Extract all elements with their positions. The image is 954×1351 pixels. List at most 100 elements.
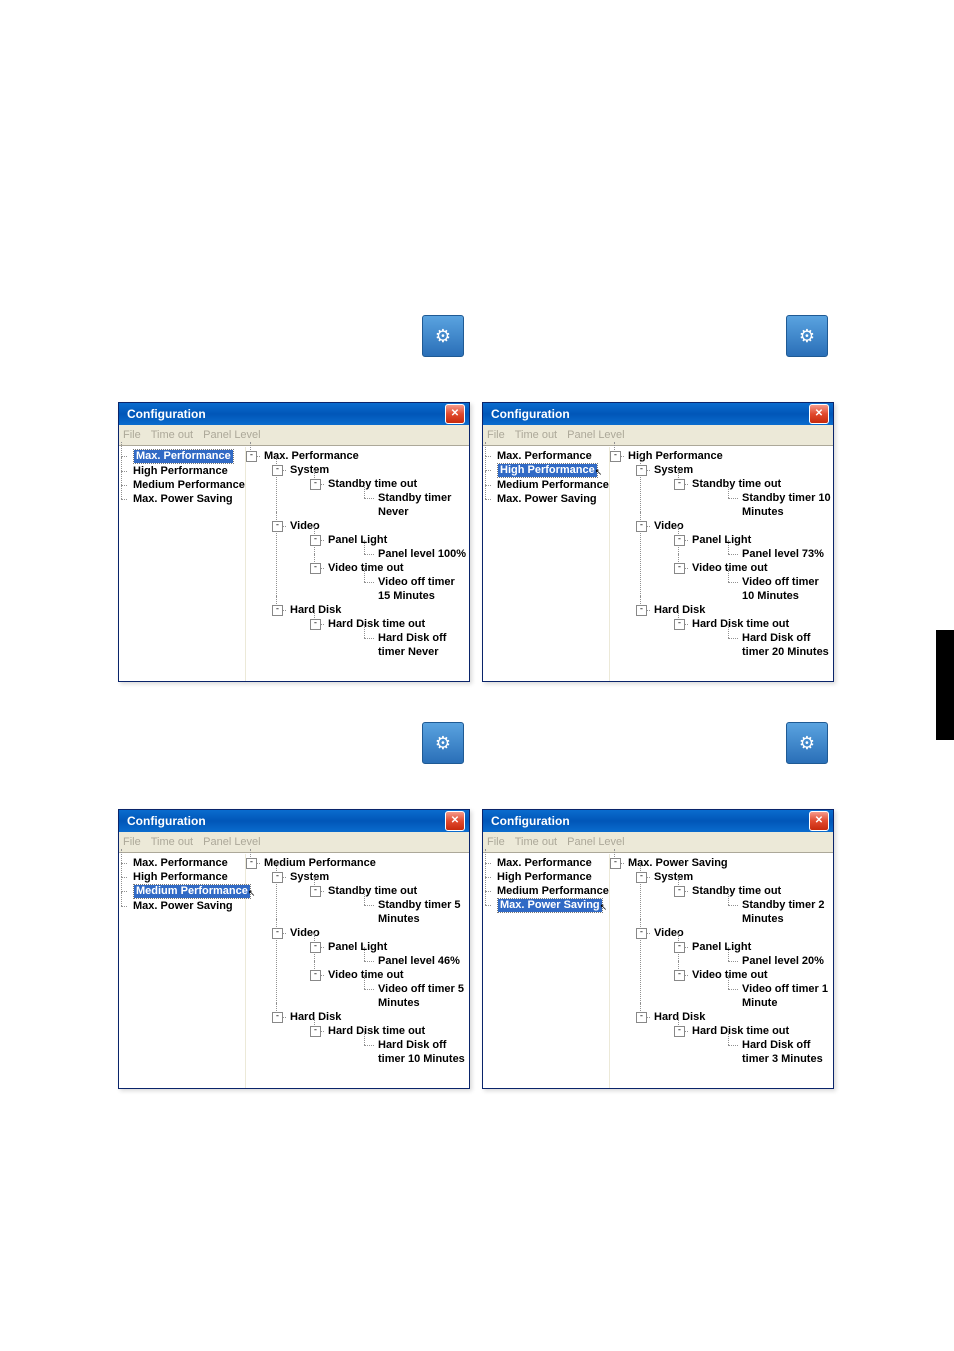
- collapse-icon[interactable]: -: [246, 451, 257, 462]
- collapse-icon[interactable]: -: [636, 605, 647, 616]
- menubar: File Time out Panel Level: [119, 425, 469, 446]
- window-title: Configuration: [491, 810, 570, 832]
- panel-level-value: Panel level 20%: [692, 954, 831, 968]
- high-performance-icon: ⚙: [786, 315, 828, 357]
- window-titlebar[interactable]: Configuration ✕: [119, 810, 469, 832]
- window-title: Configuration: [127, 810, 206, 832]
- menu-item[interactable]: Panel Level: [567, 836, 625, 848]
- collapse-icon[interactable]: -: [272, 465, 283, 476]
- menu-item[interactable]: Panel Level: [567, 429, 625, 441]
- profile-item[interactable]: High Performance↖: [485, 463, 607, 478]
- menu-item[interactable]: File: [487, 836, 505, 848]
- window-titlebar[interactable]: Configuration ✕: [119, 403, 469, 425]
- profile-item[interactable]: High Performance: [121, 464, 243, 478]
- profile-item[interactable]: Max. Power Saving: [485, 492, 607, 506]
- panel-level-value: Panel level 100%: [328, 547, 467, 561]
- menu-item[interactable]: Time out: [151, 429, 193, 441]
- collapse-icon[interactable]: -: [272, 872, 283, 883]
- details-tree: -Medium Performance-System-Standby time …: [248, 856, 467, 1066]
- collapse-icon[interactable]: -: [674, 535, 685, 546]
- collapse-icon[interactable]: -: [310, 535, 321, 546]
- profile-item[interactable]: Medium Performance: [485, 884, 607, 898]
- profile-item[interactable]: Max. Power Saving: [121, 899, 243, 913]
- cursor-icon: ↖: [595, 465, 603, 479]
- collapse-icon[interactable]: -: [310, 619, 321, 630]
- close-button[interactable]: ✕: [445, 811, 465, 831]
- config-window-max-performance: Configuration ✕ File Time out Panel Level Max…: [118, 402, 470, 682]
- collapse-icon[interactable]: -: [610, 451, 621, 462]
- config-window-max-power-saving: Configuration ✕ File Time out Panel Level Max…: [482, 809, 834, 1089]
- collapse-icon[interactable]: -: [272, 521, 283, 532]
- menu-item[interactable]: Time out: [515, 429, 557, 441]
- hdd-off-value: Hard Disk off timer 10 Minutes: [328, 1038, 467, 1066]
- profile-item[interactable]: High Performance: [485, 870, 607, 884]
- video-off-value: Video off timer 5 Minutes: [328, 982, 467, 1010]
- menu-item[interactable]: File: [487, 429, 505, 441]
- profiles-list: Max. PerformanceHigh Performance↖Medium …: [485, 449, 607, 506]
- profile-item[interactable]: High Performance: [121, 870, 243, 884]
- collapse-icon[interactable]: -: [636, 928, 647, 939]
- window-title: Configuration: [127, 403, 206, 425]
- profile-item[interactable]: Max. Power Saving↖: [485, 898, 607, 913]
- menubar: File Time out Panel Level: [483, 425, 833, 446]
- collapse-icon[interactable]: -: [674, 942, 685, 953]
- collapse-icon[interactable]: -: [272, 605, 283, 616]
- profiles-list: Max. PerformanceHigh PerformanceMedium P…: [485, 856, 607, 913]
- window-title: Configuration: [491, 403, 570, 425]
- standby-value: Standby timer 5 Minutes: [328, 898, 467, 926]
- menu-item[interactable]: Time out: [515, 836, 557, 848]
- video-off-value: Video off timer 15 Minutes: [328, 575, 467, 603]
- collapse-icon[interactable]: -: [674, 886, 685, 897]
- collapse-icon[interactable]: -: [310, 886, 321, 897]
- collapse-icon[interactable]: -: [272, 1012, 283, 1023]
- profile-item[interactable]: Medium Performance: [485, 478, 607, 492]
- collapse-icon[interactable]: -: [636, 872, 647, 883]
- menu-item[interactable]: Panel Level: [203, 836, 261, 848]
- collapse-icon[interactable]: -: [272, 928, 283, 939]
- profiles-list: Max. PerformanceHigh PerformanceMedium P…: [121, 449, 243, 506]
- profile-item[interactable]: Medium Performance: [121, 478, 243, 492]
- hdd-off-value: Hard Disk off timer 3 Minutes: [692, 1038, 831, 1066]
- menu-item[interactable]: Time out: [151, 836, 193, 848]
- window-titlebar[interactable]: Configuration ✕: [483, 810, 833, 832]
- panel-level-value: Panel level 46%: [328, 954, 467, 968]
- collapse-icon[interactable]: -: [674, 619, 685, 630]
- video-off-value: Video off timer 1 Minute: [692, 982, 831, 1010]
- collapse-icon[interactable]: -: [636, 521, 647, 532]
- medium-performance-icon: ⚙: [422, 722, 464, 764]
- hdd-off-value: Hard Disk off timer Never: [328, 631, 467, 659]
- collapse-icon[interactable]: -: [310, 479, 321, 490]
- collapse-icon[interactable]: -: [674, 563, 685, 574]
- profile-item[interactable]: Max. Performance: [485, 449, 607, 463]
- profile-item[interactable]: Medium Performance↖: [121, 884, 243, 899]
- profile-item[interactable]: Max. Power Saving: [121, 492, 243, 506]
- collapse-icon[interactable]: -: [674, 970, 685, 981]
- collapse-icon[interactable]: -: [636, 1012, 647, 1023]
- menu-item[interactable]: File: [123, 836, 141, 848]
- profile-item[interactable]: Max. Performance: [485, 856, 607, 870]
- collapse-icon[interactable]: -: [310, 563, 321, 574]
- config-window-high-performance: Configuration ✕ File Time out Panel Level Max…: [482, 402, 834, 682]
- profile-item[interactable]: Max. Performance: [121, 856, 243, 870]
- close-button[interactable]: ✕: [445, 404, 465, 424]
- close-button[interactable]: ✕: [809, 404, 829, 424]
- collapse-icon[interactable]: -: [674, 1026, 685, 1037]
- window-titlebar[interactable]: Configuration ✕: [483, 403, 833, 425]
- profile-item[interactable]: Max. Performance: [121, 449, 243, 464]
- details-tree: -Max. Power Saving-System-Standby time o…: [612, 856, 831, 1066]
- standby-value: Standby timer 2 Minutes: [692, 898, 831, 926]
- collapse-icon[interactable]: -: [636, 465, 647, 476]
- standby-value: Standby timer 10 Minutes: [692, 491, 831, 519]
- video-off-value: Video off timer 10 Minutes: [692, 575, 831, 603]
- collapse-icon[interactable]: -: [246, 858, 257, 869]
- collapse-icon[interactable]: -: [610, 858, 621, 869]
- collapse-icon[interactable]: -: [674, 479, 685, 490]
- collapse-icon[interactable]: -: [310, 970, 321, 981]
- config-window-medium-performance: Configuration ✕ File Time out Panel Level Max…: [118, 809, 470, 1089]
- max-performance-icon: ⚙: [422, 315, 464, 357]
- collapse-icon[interactable]: -: [310, 1026, 321, 1037]
- collapse-icon[interactable]: -: [310, 942, 321, 953]
- menu-item[interactable]: Panel Level: [203, 429, 261, 441]
- close-button[interactable]: ✕: [809, 811, 829, 831]
- menu-item[interactable]: File: [123, 429, 141, 441]
